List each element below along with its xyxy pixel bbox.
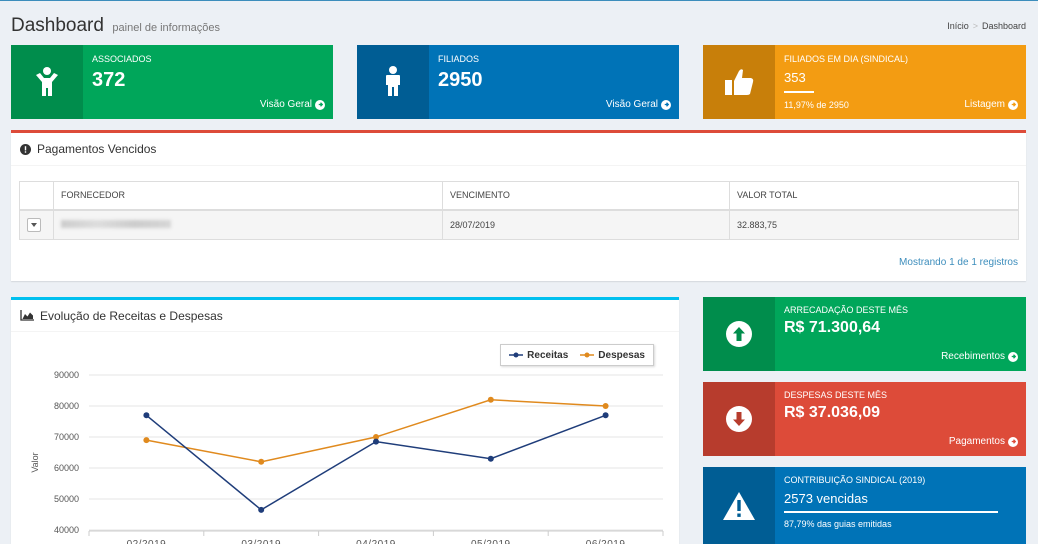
card-value: R$ 71.300,64: [784, 319, 881, 336]
link-label[interactable]: Listagem: [964, 99, 1005, 110]
x-tick-label: 02/2019: [127, 539, 167, 544]
x-tick-label: 05/2019: [471, 539, 511, 544]
data-point-receitas: [602, 412, 609, 419]
card-value: 2573 vencidas: [784, 491, 868, 506]
expand-cell: [19, 209, 54, 240]
male-icon: [357, 45, 429, 119]
cell-valor: 32.883,75: [729, 209, 1019, 240]
col-vencimento[interactable]: VENCIMENTO: [442, 181, 730, 211]
warning-icon: [703, 467, 775, 544]
blurred-fornecedor: [61, 219, 171, 228]
visao-geral-link[interactable]: Visão Geral: [260, 99, 325, 110]
progress-text: 11,97% de 2950: [784, 100, 849, 110]
data-point-despesas: [258, 458, 265, 465]
card-contribuicao: CONTRIBUIÇÃO SINDICAL (2019) 2573 vencid…: [703, 467, 1026, 544]
records-count: Mostrando 1 de 1 registros: [899, 257, 1018, 268]
link-label[interactable]: Pagamentos: [949, 436, 1005, 447]
data-point-receitas: [487, 455, 494, 462]
stat-value: 2950: [438, 69, 483, 91]
arrow-circle-right-icon: [1008, 351, 1018, 362]
stat-label: ASSOCIADOS: [92, 54, 152, 64]
arrow-circle-right-icon: [315, 99, 325, 110]
visao-geral-link[interactable]: Visão Geral: [606, 99, 671, 110]
box-header: Pagamentos Vencidos: [11, 133, 1026, 166]
box-title: Pagamentos Vencidos: [37, 142, 157, 156]
area-chart-icon: [20, 310, 34, 321]
progress-bar: [784, 91, 814, 93]
page-title: Dashboard: [11, 15, 104, 36]
stat-label: FILIADOS: [438, 54, 480, 64]
arrow-circle-down-icon: [703, 382, 775, 456]
x-tick-label: 03/2019: [241, 539, 281, 544]
data-point-receitas: [258, 506, 265, 513]
y-tick-label: 50000: [54, 494, 79, 504]
child-icon: [11, 45, 83, 119]
box-header: Evolução de Receitas e Despesas: [11, 300, 679, 332]
cell-fornecedor: [53, 209, 443, 240]
thumbs-up-icon: [703, 45, 775, 119]
card-label: DESPESAS DESTE MÊS: [784, 390, 888, 400]
stat-filiados: FILIADOS 2950 Visão Geral: [357, 45, 679, 119]
data-point-receitas: [373, 438, 379, 445]
pagamentos-vencidos-box: Pagamentos Vencidos FORNECEDOR VENCIMENT…: [11, 130, 1026, 281]
evolucao-box: Evolução de Receitas e Despesas Receitas…: [11, 297, 679, 544]
box-title: Evolução de Receitas e Despesas: [40, 308, 223, 323]
col-fornecedor[interactable]: FORNECEDOR: [53, 181, 443, 211]
payments-table: FORNECEDOR VENCIMENTO VALOR TOTAL 28/07/…: [19, 181, 1019, 240]
progress-bar: [784, 511, 998, 513]
pagamentos-link[interactable]: Pagamentos: [949, 436, 1018, 447]
cell-vencimento: 28/07/2019: [442, 209, 730, 240]
series-line-despesas: [146, 399, 606, 463]
y-tick-label: 90000: [54, 370, 79, 380]
x-tick-label: 06/2019: [586, 539, 626, 544]
card-value: R$ 37.036,09: [784, 404, 881, 421]
y-tick-label: 70000: [54, 432, 79, 442]
arrow-circle-right-icon: [1008, 99, 1018, 110]
breadcrumb-home[interactable]: Início: [947, 21, 969, 31]
arrow-circle-up-icon: [703, 297, 775, 371]
page-header: Dashboard painel de informações Início > D…: [11, 15, 1026, 39]
link-label[interactable]: Visão Geral: [260, 99, 312, 110]
card-label: ARRECADAÇÃO DESTE MÊS: [784, 305, 909, 315]
y-tick-label: 40000: [54, 525, 79, 535]
y-tick-label: 60000: [54, 463, 79, 473]
card-arrecadacao: ARRECADAÇÃO DESTE MÊS R$ 71.300,64 Receb…: [703, 297, 1026, 371]
data-point-despesas: [487, 396, 494, 403]
stat-associados: ASSOCIADOS 372 Visão Geral: [11, 45, 333, 119]
stat-value: 353: [784, 70, 806, 85]
stat-label: FILIADOS EM DIA (SINDICAL): [784, 54, 909, 64]
card-despesas: DESPESAS DESTE MÊS R$ 37.036,09 Pagament…: [703, 382, 1026, 456]
x-tick-label: 04/2019: [356, 539, 396, 544]
y-axis-label: Valor: [30, 452, 40, 472]
link-label[interactable]: Visão Geral: [606, 99, 658, 110]
col-valor-total[interactable]: VALOR TOTAL: [729, 181, 1019, 211]
arrow-circle-right-icon: [661, 99, 671, 110]
link-label[interactable]: Recebimentos: [941, 351, 1005, 362]
progress-text: 87,79% das guias emitidas: [784, 519, 892, 529]
data-point-despesas: [143, 437, 150, 444]
chevron-down-icon[interactable]: [27, 217, 41, 232]
stat-value: 372: [92, 69, 126, 91]
line-chart: 40000 50000 60000 70000 80000 90000 02/2019 03/…: [30, 370, 664, 544]
card-label: CONTRIBUIÇÃO SINDICAL (2019): [784, 475, 926, 485]
data-point-receitas: [143, 412, 150, 419]
page-subtitle: painel de informações: [112, 22, 221, 34]
table-row: 28/07/2019 32.883,75: [19, 209, 1019, 240]
recebimentos-link[interactable]: Recebimentos: [941, 351, 1018, 362]
listagem-link[interactable]: Listagem: [964, 99, 1018, 110]
breadcrumb: Início > Dashboard: [947, 21, 1026, 31]
col-expand: [19, 181, 54, 211]
series-line-receitas: [145, 414, 606, 511]
arrow-circle-right-icon: [1008, 436, 1018, 447]
exclamation-circle-icon: [20, 143, 31, 155]
breadcrumb-current: Dashboard: [981, 21, 1026, 31]
data-point-despesas: [602, 403, 609, 409]
stat-filiados-em-dia: FILIADOS EM DIA (SINDICAL) 353 11,97% de…: [703, 45, 1026, 119]
y-tick-label: 80000: [54, 401, 79, 411]
